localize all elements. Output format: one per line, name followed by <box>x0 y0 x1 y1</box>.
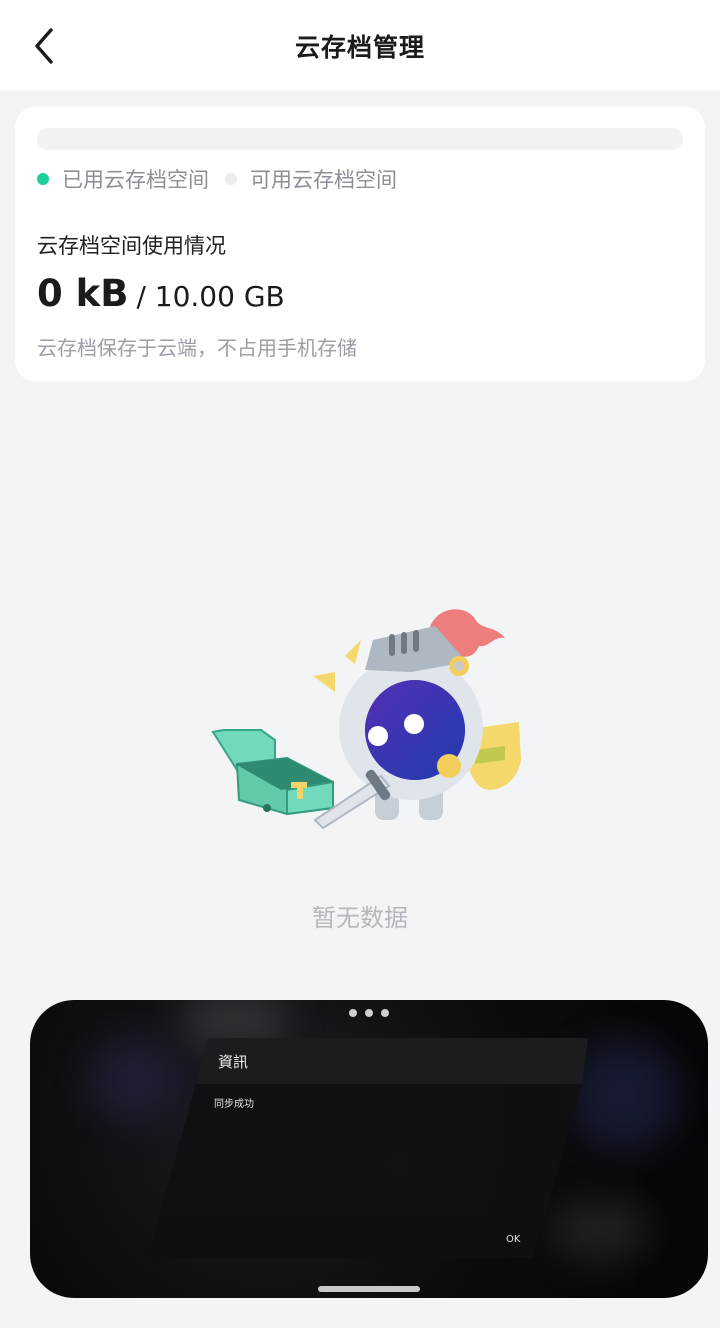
dialog-frame <box>148 1038 588 1258</box>
storage-card: 已用云存档空间 可用云存档空间 云存档空间使用情况 0 kB / 10.00 G… <box>15 106 705 382</box>
home-indicator[interactable] <box>318 1286 420 1292</box>
empty-state-text: 暂无数据 <box>312 904 408 932</box>
page-title: 云存档管理 <box>294 33 425 62</box>
usage-summary: 0 kB / 10.00 GB <box>37 272 285 315</box>
used-value: 0 kB <box>37 272 129 315</box>
empty-state-knight-illustration <box>211 609 521 830</box>
storage-legend: 已用云存档空间 可用云存档空间 <box>37 164 413 194</box>
legend-used: 已用云存档空间 <box>37 164 209 194</box>
dialog-title: 資訊 <box>218 1053 249 1071</box>
used-dot-icon <box>37 173 49 185</box>
storage-hint: 云存档保存于云端，不占用手机存储 <box>37 336 357 360</box>
legend-available: 可用云存档空间 <box>225 164 397 194</box>
top-bar: 云存档管理 <box>0 0 720 90</box>
available-dot-icon <box>225 173 237 185</box>
legend-available-label: 可用云存档空间 <box>250 168 397 192</box>
storage-usage-bar <box>37 128 683 150</box>
ok-button[interactable]: OK <box>500 1232 526 1247</box>
floating-app-window[interactable]: 資訊 同步成功 OK <box>30 1000 708 1298</box>
dialog-message: 同步成功 <box>214 1099 254 1110</box>
total-value: / 10.00 GB <box>136 280 285 313</box>
legend-used-label: 已用云存档空间 <box>62 168 209 192</box>
usage-section-label: 云存档空间使用情况 <box>37 234 226 258</box>
